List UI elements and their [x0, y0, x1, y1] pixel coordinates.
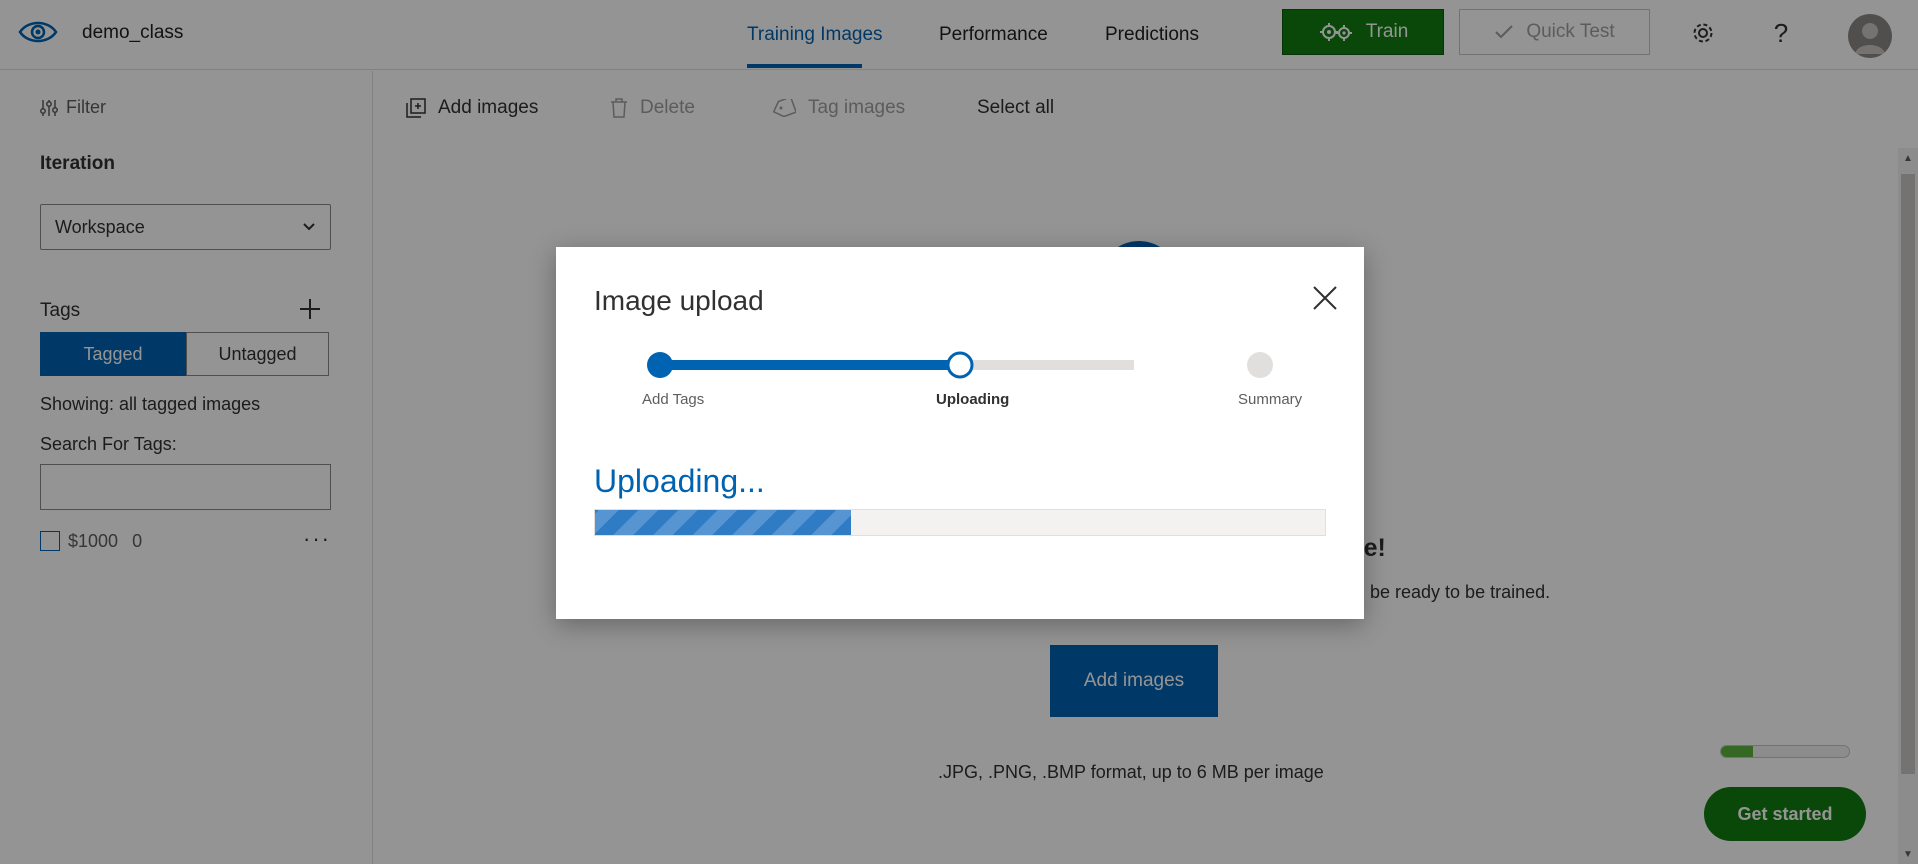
- stepper-progress: [660, 360, 958, 370]
- upload-progress-fill: [595, 510, 851, 535]
- upload-status-text: Uploading...: [594, 463, 765, 499]
- step-summary-dot: [1247, 352, 1273, 378]
- step-label-uploading: Uploading: [936, 391, 1010, 408]
- upload-progress-bar: [594, 509, 1326, 536]
- step-add-tags-dot: [647, 352, 673, 378]
- image-upload-dialog: Image upload Add Tags Uploading Summary …: [556, 247, 1364, 619]
- step-uploading-dot: [946, 351, 974, 379]
- modal-overlay: Image upload Add Tags Uploading Summary …: [0, 0, 1918, 864]
- step-label-summary: Summary: [1238, 391, 1303, 408]
- step-label-add-tags: Add Tags: [642, 391, 705, 408]
